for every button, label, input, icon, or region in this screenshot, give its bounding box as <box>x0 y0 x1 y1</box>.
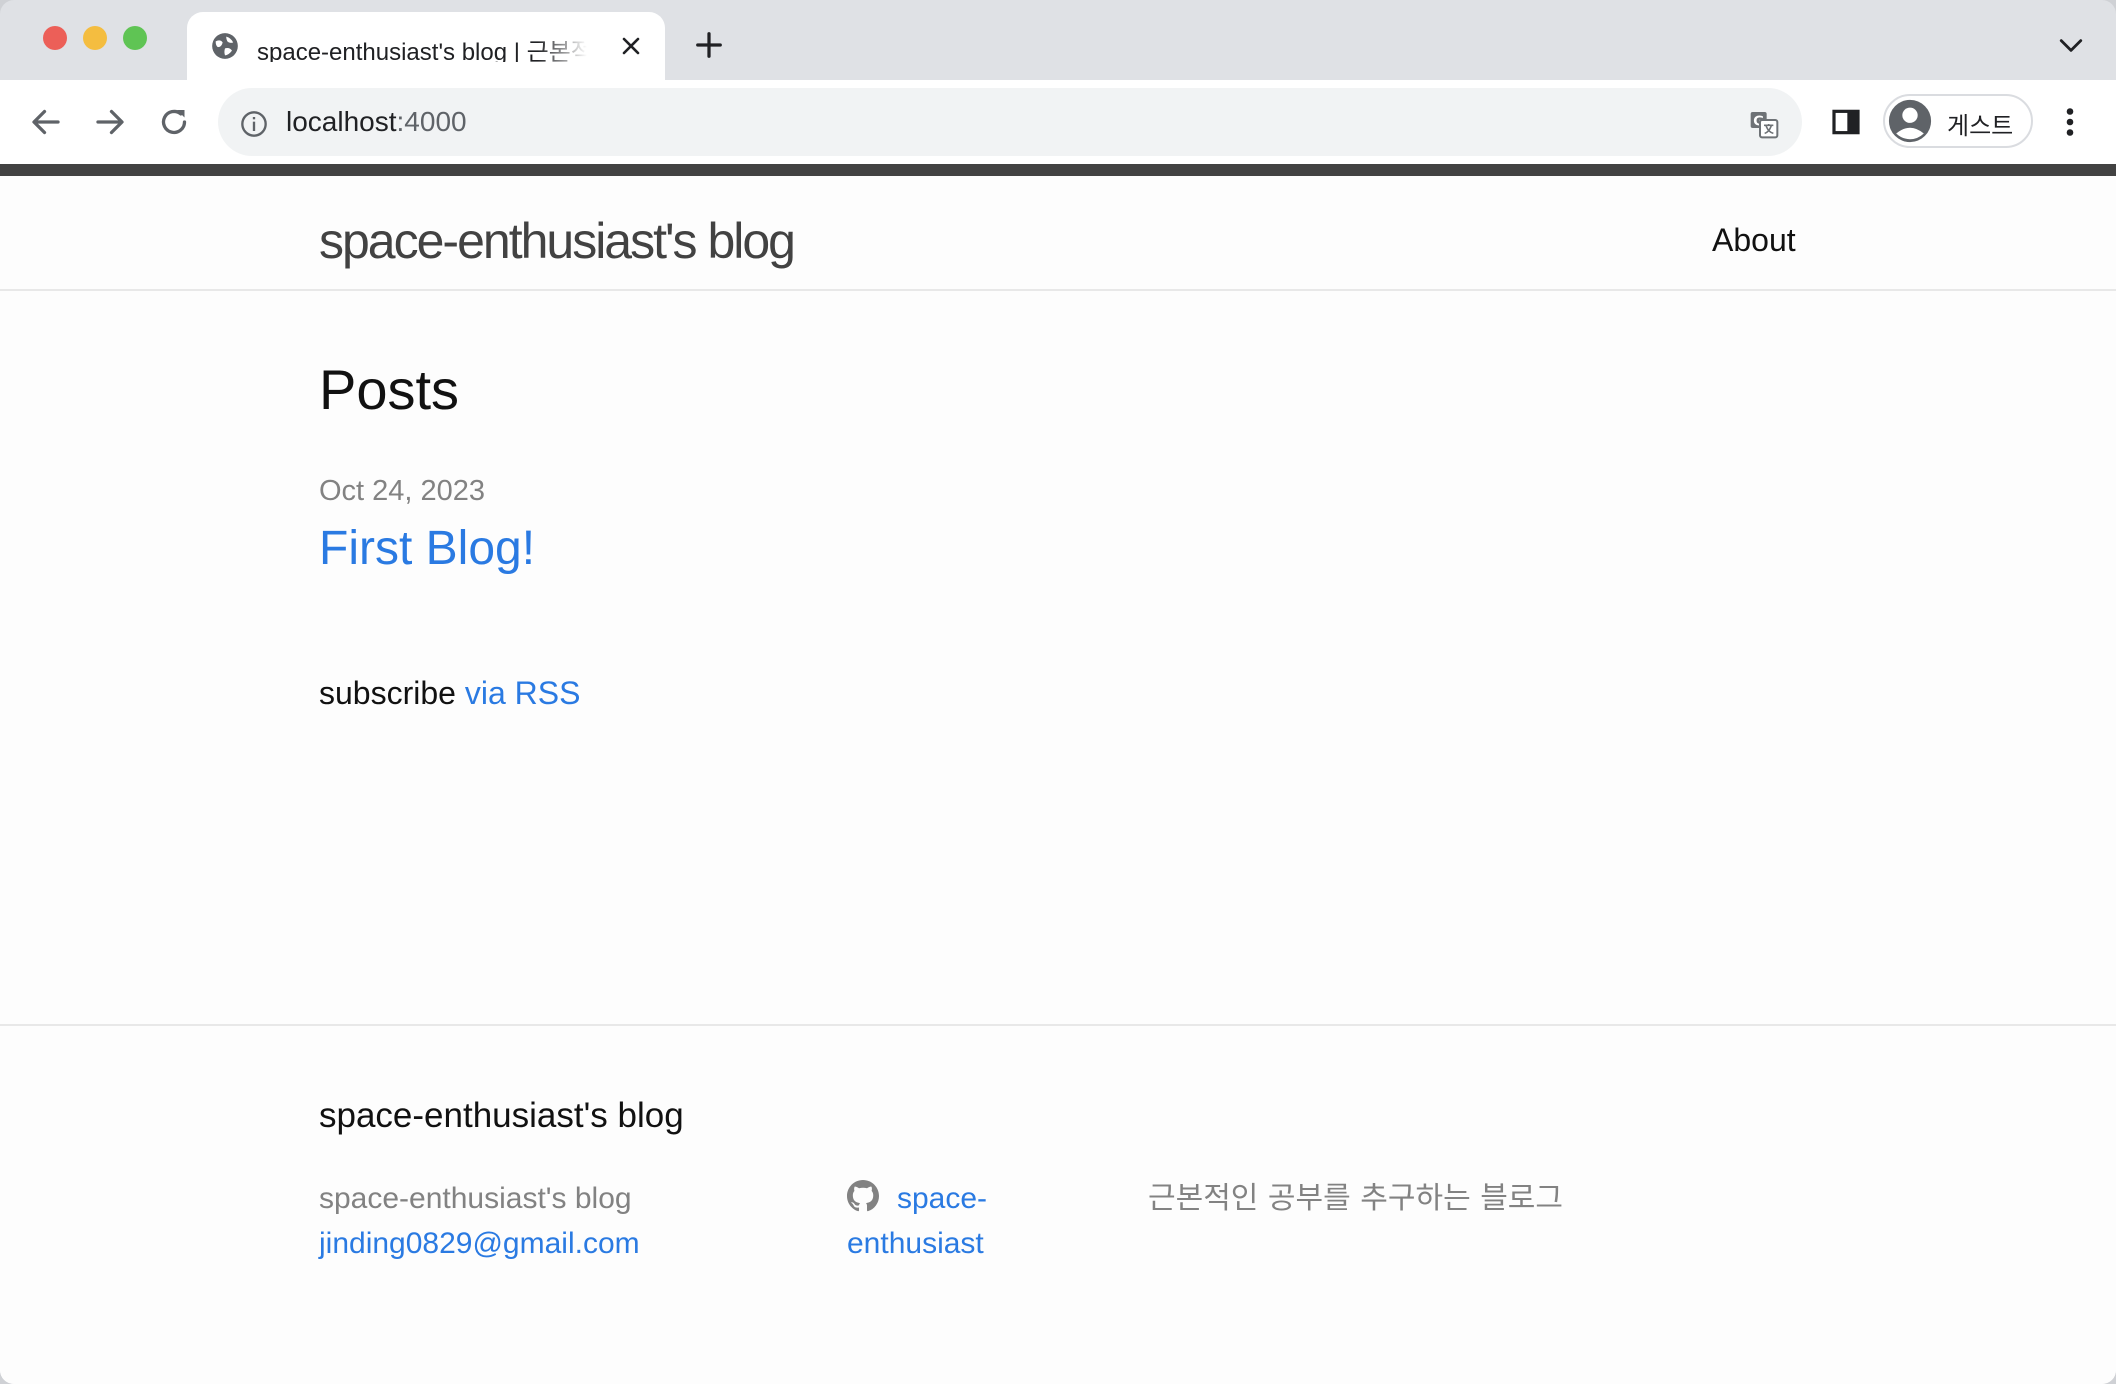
site-header: space-enthusiast's blog About <box>0 176 2116 291</box>
close-window-button[interactable] <box>43 26 67 50</box>
reload-icon[interactable] <box>156 104 192 140</box>
footer-author-name: space-enthusiast's blog <box>319 1182 632 1215</box>
site-footer: space-enthusiast's blog space-enthusiast… <box>0 1024 2116 1384</box>
nav-about-link[interactable]: About <box>1712 222 1796 259</box>
close-icon[interactable] <box>619 34 643 58</box>
site-description: 근본적인 공부를 추구하는 블로그 <box>1148 1181 1564 1216</box>
minimize-window-button[interactable] <box>83 26 107 50</box>
browser-tab[interactable]: space-enthusiast's blog | 근본적 <box>187 12 665 80</box>
profile-button[interactable]: 게스트 <box>1883 94 2033 148</box>
profile-label: 게스트 <box>1947 112 2014 140</box>
side-panel-icon[interactable] <box>1830 106 1862 138</box>
tab-title: space-enthusiast's blog | 근본적 <box>257 39 587 62</box>
more-menu-icon[interactable] <box>2060 104 2080 140</box>
translate-icon[interactable]: G <box>1748 108 1780 140</box>
info-icon[interactable] <box>240 110 268 138</box>
github-icon[interactable] <box>847 1180 879 1212</box>
forward-icon[interactable] <box>92 104 128 140</box>
url-port: :4000 <box>396 106 467 137</box>
maximize-window-button[interactable] <box>123 26 147 50</box>
avatar-icon <box>1888 99 1932 143</box>
subscribe-line: subscribe via RSS <box>319 675 580 712</box>
page-title: Posts <box>319 358 460 421</box>
back-icon[interactable] <box>28 104 64 140</box>
github-link-line1[interactable]: space- <box>897 1176 987 1221</box>
rss-link[interactable]: via RSS <box>465 675 581 711</box>
web-page: space-enthusiast's blog About Posts Oct … <box>0 164 2116 1384</box>
browser-window: space-enthusiast's blog | 근본적 localhost:… <box>0 0 2116 1384</box>
address-bar[interactable]: localhost:4000 G <box>218 88 1802 156</box>
subscribe-text: subscribe <box>319 675 456 711</box>
site-title-link[interactable]: space-enthusiast's blog <box>319 212 796 270</box>
post-date: Oct 24, 2023 <box>319 475 486 507</box>
chevron-down-icon[interactable] <box>2058 36 2084 56</box>
post-title-link[interactable]: First Blog! <box>319 521 535 576</box>
footer-contact: space-enthusiast's blog jinding0829@gmai… <box>319 1176 640 1266</box>
new-tab-button[interactable] <box>694 30 724 60</box>
browser-toolbar: localhost:4000 G 게스트 <box>0 80 2116 164</box>
footer-heading: space-enthusiast's blog <box>319 1096 684 1135</box>
page-top-border <box>0 164 2116 176</box>
url-host: localhost <box>286 106 397 137</box>
tab-strip: space-enthusiast's blog | 근본적 <box>0 0 2116 80</box>
github-link-line2[interactable]: enthusiast <box>847 1221 984 1266</box>
url-text[interactable]: localhost:4000 <box>286 106 467 138</box>
globe-icon <box>212 33 238 59</box>
email-link[interactable]: jinding0829@gmail.com <box>319 1227 640 1260</box>
